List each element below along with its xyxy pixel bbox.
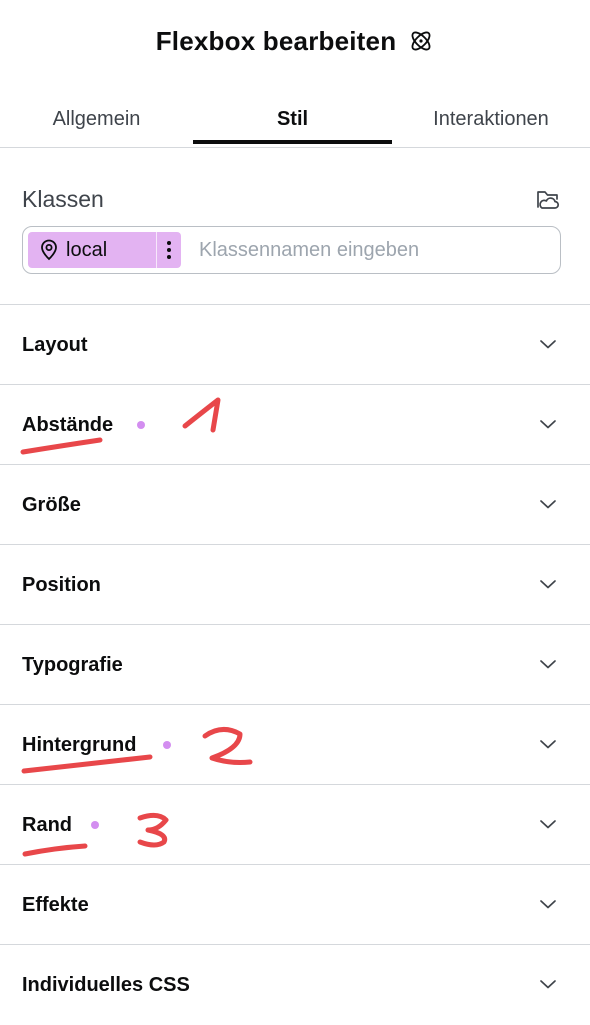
class-chip-local[interactable]: local [28, 232, 181, 268]
map-pin-icon [38, 239, 60, 261]
section-title: Rand [22, 814, 72, 836]
page-title: Flexbox bearbeiten [155, 25, 397, 56]
chevron-down-icon [540, 500, 556, 509]
section-title: Größe [22, 494, 81, 516]
section-abstaende[interactable]: Abstände [0, 385, 590, 465]
more-vertical-icon[interactable] [157, 239, 181, 261]
section-position[interactable]: Position [0, 545, 590, 625]
section-typografie[interactable]: Typografie [0, 625, 590, 705]
section-effekte[interactable]: Effekte [0, 865, 590, 945]
active-tab-indicator [193, 140, 392, 144]
chevron-down-icon [540, 580, 556, 589]
tab-label: Interaktionen [433, 107, 549, 130]
class-selector: local [22, 226, 561, 274]
modified-indicator-dot [163, 741, 171, 749]
section-title: Effekte [22, 894, 89, 916]
tab-allgemein[interactable]: Allgemein [0, 95, 193, 143]
section-title: Position [22, 574, 101, 596]
chevron-down-icon [540, 420, 556, 429]
modified-indicator-dot [91, 821, 99, 829]
section-title: Typografie [22, 654, 123, 676]
chevron-down-icon [540, 820, 556, 829]
section-individuelles-css[interactable]: Individuelles CSS [0, 945, 590, 1025]
atom-icon [408, 28, 434, 54]
folder-cloud-icon[interactable] [535, 187, 561, 218]
classes-label: Klassen [22, 186, 104, 212]
tab-interaktionen[interactable]: Interaktionen [392, 95, 590, 143]
class-name-input[interactable] [197, 237, 531, 263]
chevron-down-icon [540, 900, 556, 909]
chevron-down-icon [540, 660, 556, 669]
chevron-down-icon [540, 980, 556, 989]
section-title: Layout [22, 334, 88, 356]
tab-label: Stil [276, 107, 309, 130]
section-hintergrund[interactable]: Hintergrund [0, 705, 590, 785]
section-groesse[interactable]: Größe [0, 465, 590, 545]
style-sections: Layout Abstände Größe Position Typografi… [0, 305, 590, 1025]
tab-label: Allgemein [52, 107, 141, 130]
section-rand[interactable]: Rand [0, 785, 590, 865]
tab-stil[interactable]: Stil [193, 95, 392, 144]
chevron-down-icon [540, 340, 556, 349]
panel-header: Flexbox bearbeiten [0, 0, 590, 82]
tab-bar: Allgemein Stil Interaktionen [0, 95, 590, 148]
section-title: Hintergrund [22, 734, 137, 756]
section-title: Abstände [22, 414, 114, 436]
section-layout[interactable]: Layout [0, 305, 590, 385]
section-title: Individuelles CSS [22, 974, 190, 996]
modified-indicator-dot [137, 421, 145, 429]
class-chip-label: local [66, 238, 108, 261]
chevron-down-icon [540, 740, 556, 749]
chip-divider [156, 232, 157, 268]
